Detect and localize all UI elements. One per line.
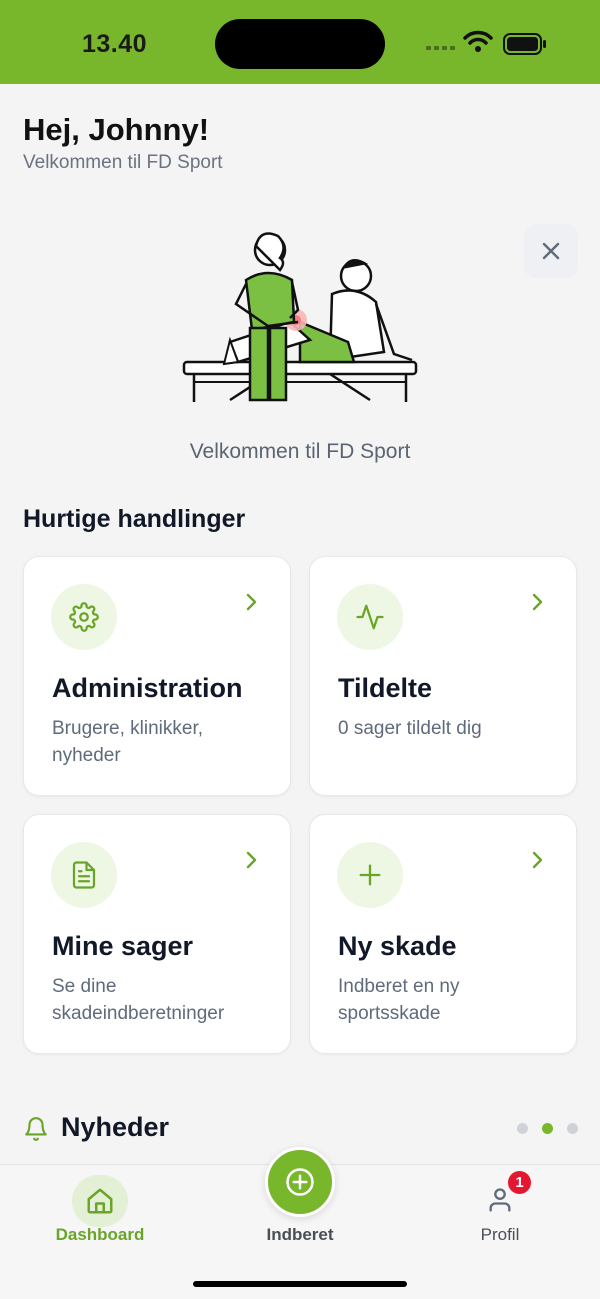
tab-profil[interactable]: Profil: [400, 1165, 600, 1255]
card-description: Se dine skadeindberetninger: [52, 976, 225, 1024]
pagination-dot-active[interactable]: [542, 1123, 553, 1134]
card-icon-bg: [337, 842, 403, 908]
tab-label: Indberet: [266, 1225, 334, 1244]
page-subtitle: Velkommen til FD Sport: [23, 152, 223, 173]
chevron-right-icon: [246, 593, 257, 611]
tab-label: Dashboard: [55, 1225, 145, 1244]
chevron-right-icon: [532, 593, 543, 611]
quick-actions-title: Hurtige handlinger: [23, 505, 246, 533]
signal-icon: [426, 46, 455, 50]
document-icon: [72, 861, 96, 889]
chevron-right-icon: [532, 851, 543, 869]
page-title: Hej, Johnny!: [23, 112, 210, 147]
card-icon-bg: [51, 842, 117, 908]
home-indicator: [193, 1281, 407, 1287]
pagination-dot[interactable]: [567, 1123, 578, 1134]
chevron-right-icon: [246, 851, 257, 869]
card-title: Administration: [52, 673, 243, 703]
battery-icon: [503, 33, 546, 55]
greeting-header: Hej, Johnny!: [23, 112, 209, 148]
plus-icon: [359, 864, 381, 886]
status-time: 13.40: [82, 30, 148, 58]
card-mine-sager[interactable]: Mine sager Se dine skadeindberetninger: [23, 814, 291, 1054]
card-title: Ny skade: [338, 931, 457, 961]
news-header: Nyheder: [23, 1110, 578, 1150]
active-tab-indicator: [72, 1175, 128, 1227]
notification-badge: 1: [506, 1169, 533, 1196]
tab-dashboard[interactable]: Dashboard: [0, 1165, 200, 1255]
card-icon-bg: [337, 584, 403, 650]
news-title: Nyheder: [61, 1112, 170, 1142]
report-fab-button[interactable]: [265, 1147, 335, 1217]
card-tildelte[interactable]: Tildelte 0 sager tildelt dig: [309, 556, 577, 796]
close-button[interactable]: [524, 224, 578, 278]
wifi-icon: [463, 30, 493, 52]
card-ny-skade[interactable]: Ny skade Indberet en ny sportsskade: [309, 814, 577, 1054]
home-icon: [87, 1188, 113, 1214]
pagination-dot[interactable]: [517, 1123, 528, 1134]
card-title: Mine sager: [52, 931, 194, 961]
status-bar: 13.40: [0, 0, 600, 84]
card-description: Indberet en ny sportsskade: [338, 976, 460, 1024]
dynamic-island: [215, 19, 385, 69]
plus-circle-icon: [286, 1168, 314, 1196]
tab-label: Profil: [480, 1225, 520, 1244]
card-description: 0 sager tildelt dig: [338, 718, 482, 739]
activity-icon: [356, 604, 384, 630]
card-description: Brugere, klinikker, nyheder: [52, 718, 204, 766]
close-icon: [542, 242, 560, 260]
news-pagination: [517, 1123, 578, 1134]
physiotherapy-illustration: [182, 232, 418, 402]
welcome-banner-text: Velkommen til FD Sport: [189, 440, 411, 463]
bell-icon: [25, 1117, 47, 1141]
card-title: Tildelte: [338, 673, 433, 703]
card-icon-bg: [51, 584, 117, 650]
card-administration[interactable]: Administration Brugere, klinikker, nyhed…: [23, 556, 291, 796]
gear-icon: [69, 602, 99, 632]
